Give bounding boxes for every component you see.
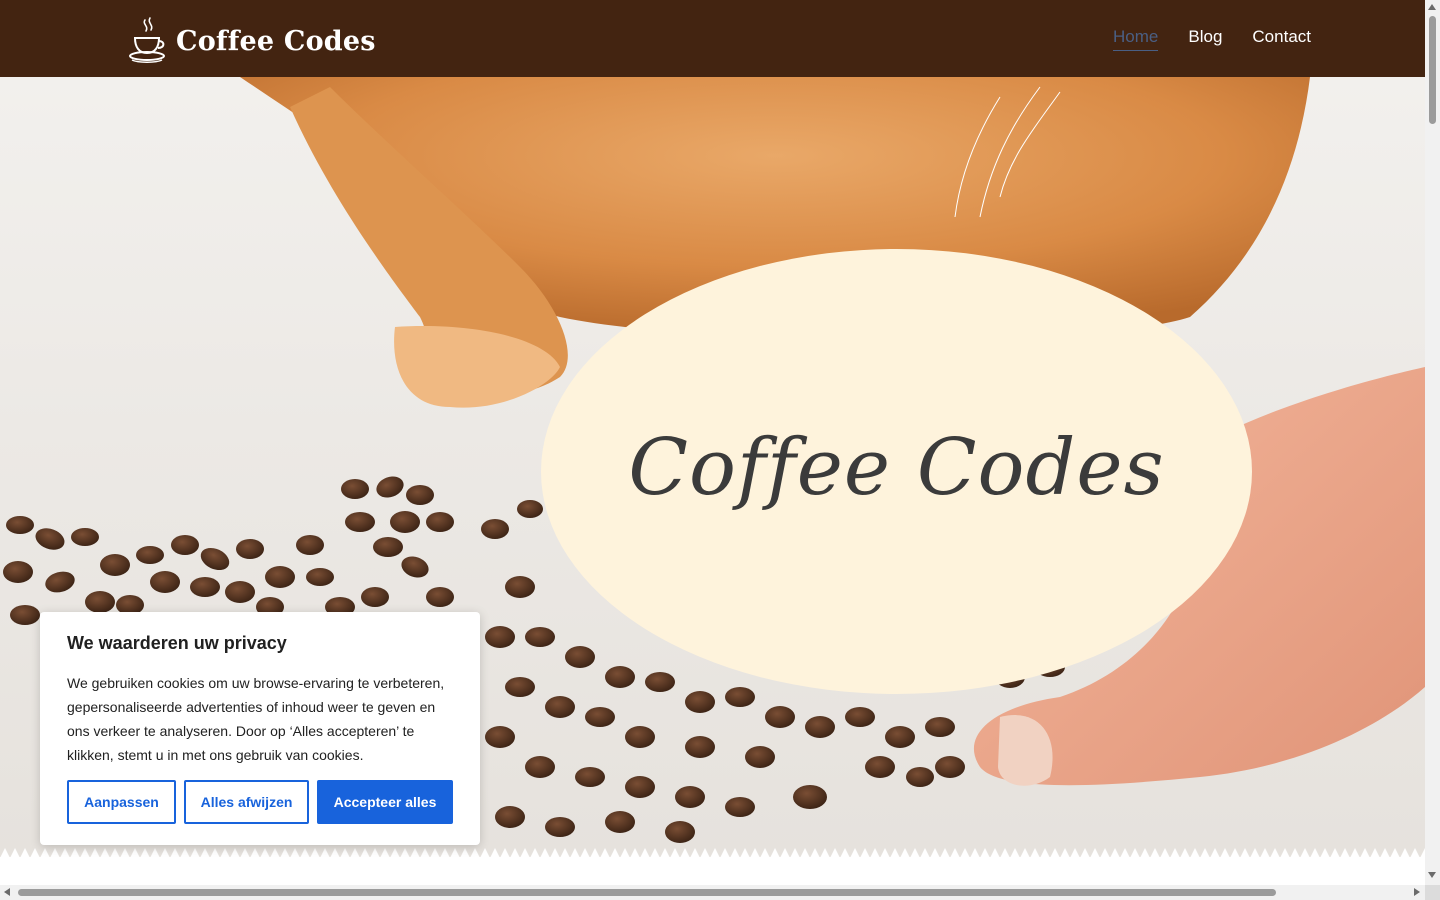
scroll-left-arrow-icon[interactable]	[4, 888, 10, 896]
vertical-scrollbar-thumb[interactable]	[1429, 16, 1436, 124]
coffee-cup-icon	[129, 17, 165, 63]
site-header: Coffee Codes Home Blog Contact	[0, 0, 1425, 77]
logo-text: Coffee Codes	[176, 25, 376, 57]
zigzag-divider	[0, 848, 1425, 858]
hero-title-oval: Coffee Codes	[541, 249, 1252, 694]
accept-all-button[interactable]: Accepteer alles	[317, 780, 453, 824]
cookie-banner: We waarderen uw privacy We gebruiken coo…	[40, 612, 480, 845]
cookie-banner-actions: Aanpassen Alles afwijzen Accepteer alles	[67, 780, 453, 824]
nav-link-home[interactable]: Home	[1113, 27, 1159, 51]
customize-button[interactable]: Aanpassen	[67, 780, 176, 824]
hero-title: Coffee Codes	[628, 422, 1165, 513]
main-nav: Home Blog Contact	[1083, 27, 1311, 51]
scroll-right-arrow-icon[interactable]	[1414, 888, 1420, 896]
scroll-up-arrow-icon[interactable]	[1428, 4, 1436, 10]
cookie-banner-title: We waarderen uw privacy	[67, 633, 287, 653]
cookie-banner-text: We gebruiken cookies om uw browse-ervari…	[67, 675, 445, 763]
reject-all-button[interactable]: Alles afwijzen	[184, 780, 309, 824]
site-logo[interactable]: Coffee Codes	[128, 16, 376, 64]
horizontal-scrollbar[interactable]	[0, 885, 1425, 900]
nav-link-contact[interactable]: Contact	[1252, 27, 1311, 51]
vertical-scrollbar[interactable]	[1425, 0, 1440, 885]
scrollbar-corner	[1425, 885, 1440, 900]
scroll-down-arrow-icon[interactable]	[1428, 872, 1436, 878]
nav-link-blog[interactable]: Blog	[1188, 27, 1222, 51]
horizontal-scrollbar-thumb[interactable]	[18, 889, 1276, 896]
